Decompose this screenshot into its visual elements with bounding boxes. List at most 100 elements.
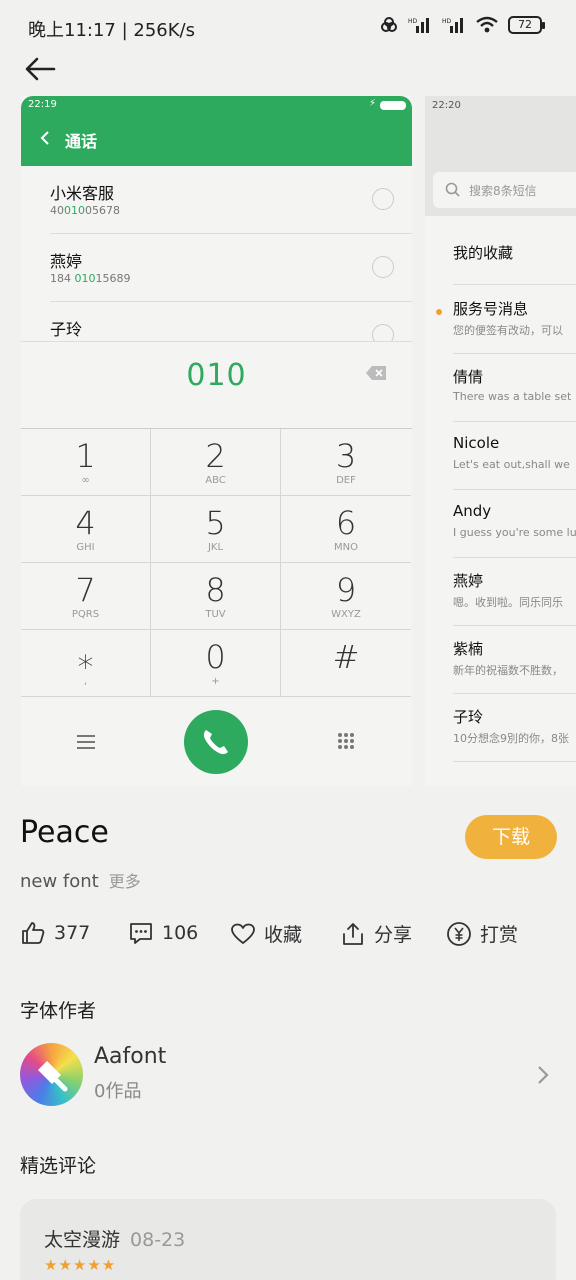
download-button[interactable]: 下载 (465, 815, 557, 859)
message-row: 燕婷 嗯。收到啦。同乐同乐 (425, 558, 576, 626)
key-1: 1 ∞ (21, 429, 151, 496)
key-star: ⁎, (21, 630, 151, 697)
chevron-left-icon (40, 131, 49, 145)
author-works: 0作品 (94, 1081, 142, 1102)
heart-icon (231, 923, 255, 944)
preview-header: 通话 (21, 114, 412, 166)
call-button (184, 710, 248, 774)
share-label: 分享 (374, 924, 413, 946)
key-8: 8 TUV (151, 563, 281, 630)
comment-button[interactable]: 106 (128, 920, 198, 946)
search-placeholder: 搜索8条短信 (469, 184, 537, 198)
back-arrow-icon[interactable] (22, 52, 58, 88)
font-name: Peace (20, 815, 109, 850)
status-icons: HD HD 72 (380, 16, 545, 34)
search-icon (445, 182, 460, 197)
favorite-label: 收藏 (264, 924, 303, 946)
preview-status-bar: 22:19 ⚡ (21, 96, 412, 114)
preview-messages: 22:20 搜索8条短信 我的收藏 服务号消息您的便签有改动，可以 倩倩 Ther… (425, 96, 576, 786)
contact-detail-icon (372, 188, 394, 210)
messages-search: 搜索8条短信 (433, 172, 576, 208)
message-title: Nicole (453, 434, 500, 452)
status-time-speed: 晚上11:17 | 256K/s (28, 20, 195, 41)
yen-coin-icon (447, 921, 471, 946)
dialer-bottom-bar (21, 696, 412, 786)
preview-time: 22:20 (432, 100, 461, 111)
avatar (20, 1043, 83, 1106)
author-section-title: 字体作者 (20, 1000, 97, 1022)
contact-name: 子玲 (50, 320, 83, 339)
favorite-button[interactable]: 收藏 (230, 920, 302, 947)
backspace-icon (366, 366, 386, 380)
tip-button[interactable]: 打赏 (446, 920, 518, 947)
contact-name: 小米客服 (50, 184, 115, 203)
signal-icon-2: HD (442, 18, 463, 33)
message-snippet: I guess you're some lu (453, 526, 576, 539)
message-row: 倩倩 There was a table set (425, 354, 576, 422)
message-row: 紫楠 新年的祝福数不胜数， (425, 626, 576, 694)
chevron-right-icon (538, 1066, 549, 1084)
voicemail-icon: ∞ (81, 475, 90, 486)
svg-text:HD: HD (408, 18, 418, 25)
share-button[interactable]: 分享 (340, 920, 412, 947)
comment-user: 太空漫游 (44, 1229, 121, 1251)
contact-detail-icon (372, 256, 394, 278)
comment-count: 106 (162, 922, 199, 944)
preview-battery-icon (380, 101, 406, 110)
key-4: 4 GHI (21, 496, 151, 563)
message-snippet: Let's eat out,shall we (453, 458, 570, 471)
message-row: 子玲 10分想念9別的你，8张 (425, 694, 576, 762)
keypad-grid-icon (338, 733, 354, 749)
preview-header-title: 通话 (65, 132, 98, 151)
message-title: 紫楠 (453, 640, 484, 658)
wifi-icon (476, 16, 498, 33)
contact-number: 4001005678 (50, 204, 120, 217)
contact-name: 燕婷 (50, 252, 83, 271)
dialed-number: 010 (186, 358, 247, 393)
author-name: Aafont (94, 1044, 167, 1069)
comment-header: 太空漫游 08-23 (44, 1225, 185, 1252)
dialed-number-box: 010 (21, 341, 412, 428)
message-title: 服务号消息 (453, 300, 529, 318)
hotspot-icon (381, 17, 397, 32)
key-3: 3 DEF (281, 429, 411, 496)
message-row: Andy I guess you're some lu (425, 490, 576, 558)
tip-label: 打赏 (480, 924, 519, 946)
key-6: 6 MNO (281, 496, 411, 563)
message-row: Nicole Let's eat out,shall we (425, 422, 576, 490)
message-title: 倩倩 (453, 368, 484, 386)
message-snippet: There was a table set (453, 390, 572, 403)
key-2: 2 ABC (151, 429, 281, 496)
message-title: 燕婷 (453, 572, 484, 590)
preview-time: 22:19 (28, 99, 57, 110)
like-button[interactable]: 377 (20, 920, 90, 946)
keypad: 1 ∞ 2 ABC 3 DEF 4 GHI 5 JKL 6 MNO 7 PQRS 8 TUV 9… (21, 428, 412, 697)
contact-number: 184 01015689 (50, 272, 131, 285)
svg-text:HD: HD (442, 18, 452, 25)
message-snippet: 10分想念9別的你，8张 (453, 732, 569, 745)
favorites-label: 我的收藏 (453, 244, 514, 262)
author-row[interactable]: Aafont 0作品 (20, 1040, 556, 1110)
contact-row: 小米客服 4001005678 (21, 166, 412, 234)
more-link[interactable]: 更多 (109, 872, 141, 891)
preview-dialer: 22:19 ⚡ 通话 小米客服 4001005678 燕婷 184 010156… (21, 96, 412, 786)
comment-card[interactable]: 太空漫游 08-23 ★★★★★ (20, 1199, 556, 1280)
key-9: 9 WXYZ (281, 563, 411, 630)
battery-icon: 72 (508, 16, 545, 34)
message-title: 子玲 (453, 708, 484, 726)
share-icon (343, 922, 363, 945)
key-5: 5 JKL (151, 496, 281, 563)
comment-date: 08-23 (130, 1229, 186, 1251)
key-0: 0 + (151, 630, 281, 697)
divider (453, 284, 576, 285)
signal-icon: HD (408, 18, 429, 33)
message-snippet: 您的便签有改动，可以 (453, 324, 563, 337)
brush-icon (38, 1061, 68, 1092)
action-bar: 377 106 收藏 分享 打赏 (20, 920, 560, 956)
thumbs-up-icon (22, 922, 45, 944)
charging-icon: ⚡ (368, 98, 376, 109)
comments-section-title: 精选评论 (20, 1155, 97, 1177)
status-bar: 晚上11:17 | 256K/s HD HD 72 (0, 0, 576, 56)
message-title: Andy (453, 502, 492, 520)
message-row: 服务号消息您的便签有改动，可以 (425, 286, 576, 354)
